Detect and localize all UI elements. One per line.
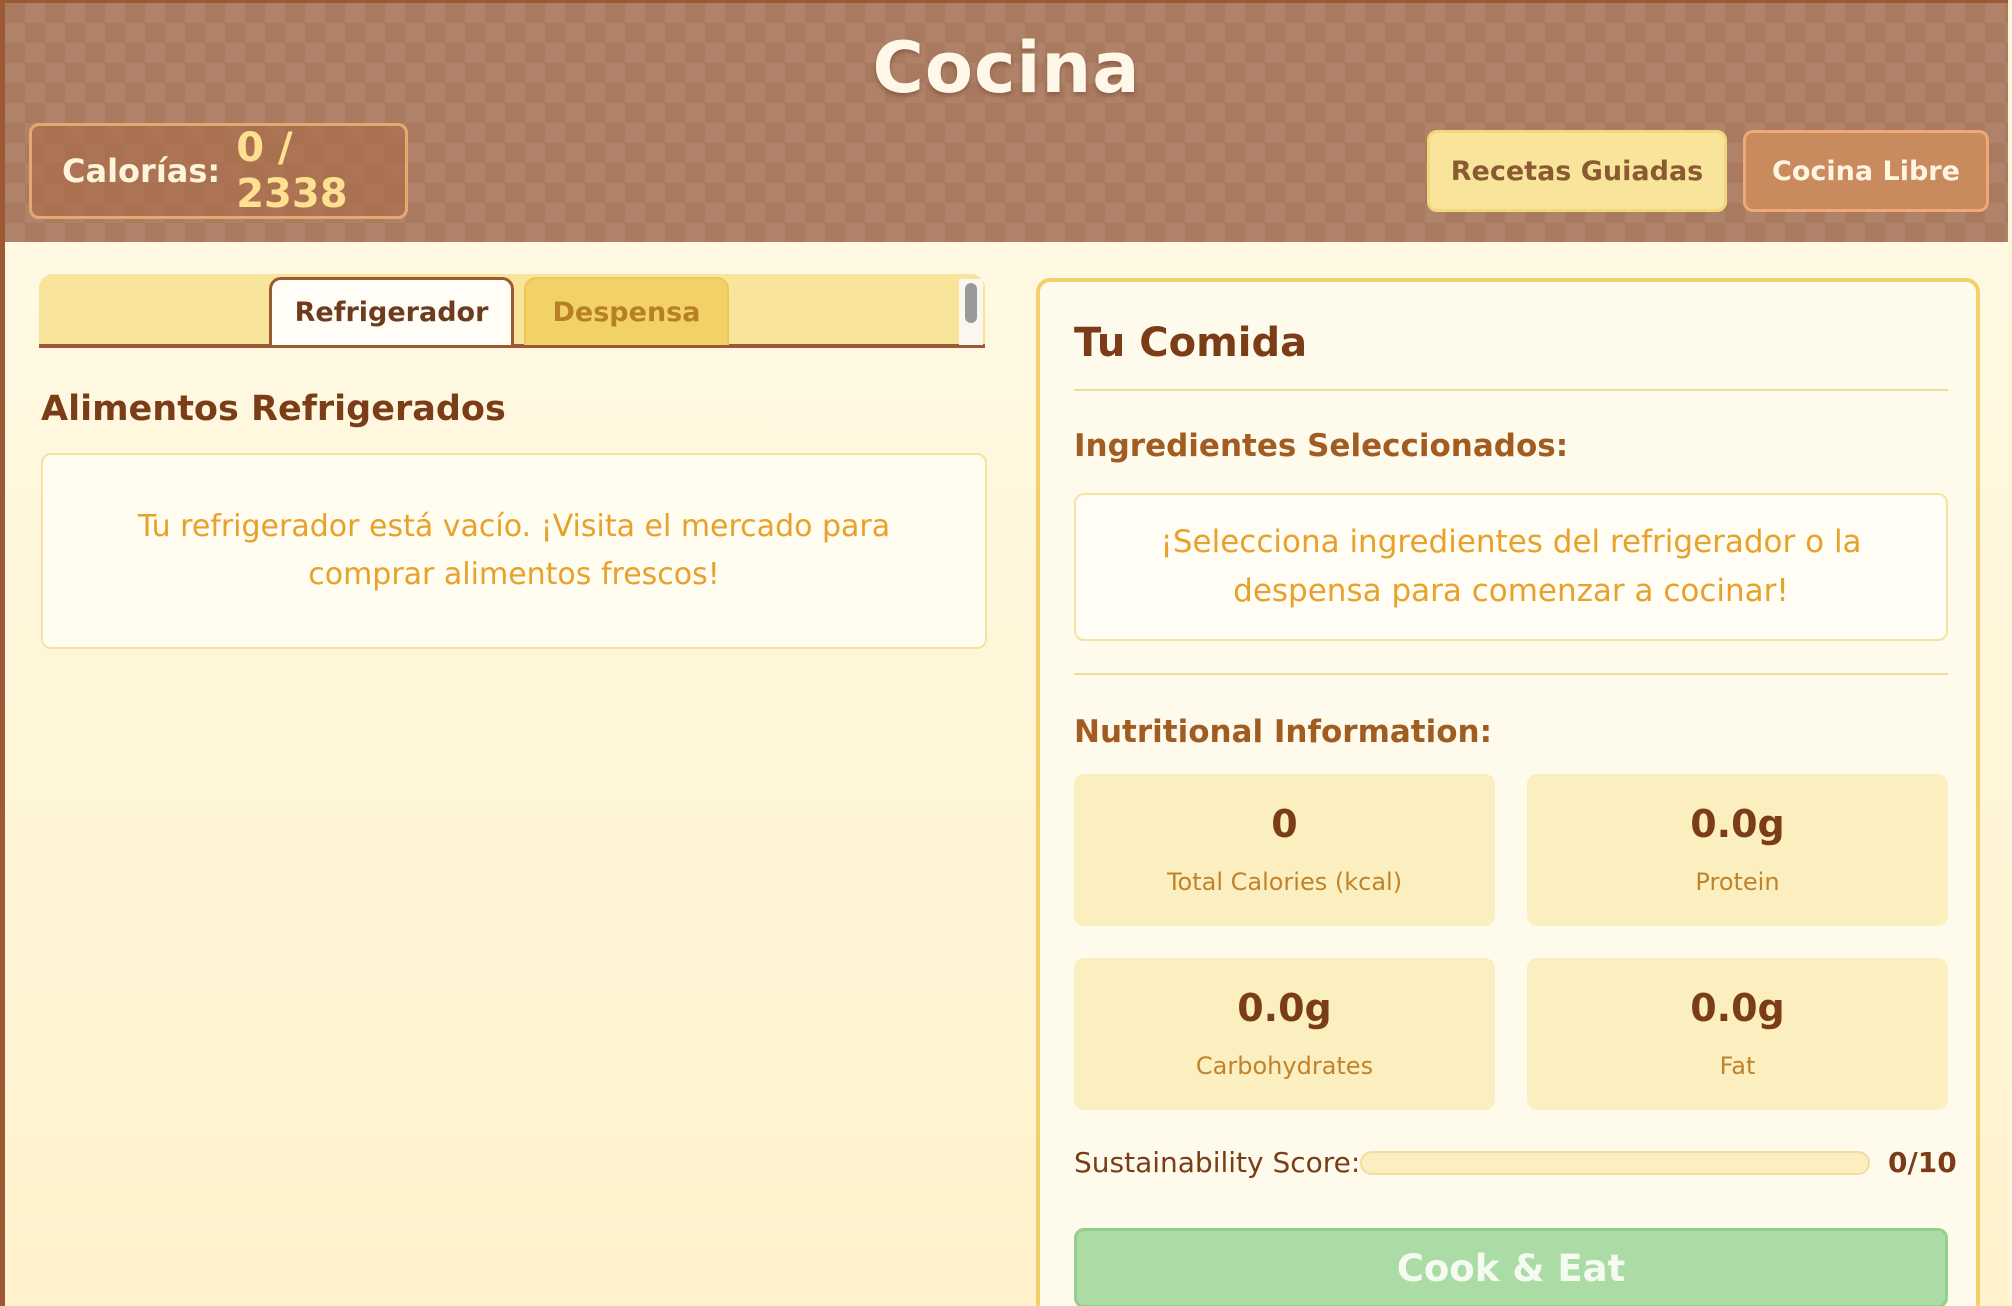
storage-tabs: Refrigerador Despensa: [39, 274, 985, 348]
stat-fat: 0.0g Fat: [1527, 958, 1948, 1110]
stat-carbohydrates: 0.0g Carbohydrates: [1074, 958, 1495, 1110]
kitchen-screen: Cocina Calorías: 0 / 2338 Recetas Guiada…: [0, 0, 2008, 1306]
stat-value: 0.0g: [1690, 986, 1785, 1030]
header: Cocina Calorías: 0 / 2338 Recetas Guiada…: [5, 3, 2008, 242]
stat-label: Total Calories (kcal): [1166, 868, 1403, 896]
stat-calories: 0 Total Calories (kcal): [1074, 774, 1495, 926]
nutrition-title: Nutritional Information:: [1074, 714, 1493, 750]
stat-label: Fat: [1719, 1052, 1756, 1080]
stat-value: 0.0g: [1690, 802, 1785, 846]
guided-recipes-button[interactable]: Recetas Guiadas: [1427, 130, 1727, 212]
divider: [1074, 389, 1948, 391]
tabs-scrollbar[interactable]: [959, 279, 983, 345]
calorie-counter-value: 0 / 2338: [236, 125, 348, 217]
sustainability-value: 0/10: [1888, 1146, 1957, 1179]
stat-label: Carbohydrates: [1195, 1052, 1374, 1080]
stat-value: 0: [1271, 802, 1298, 846]
meal-title: Tu Comida: [1074, 320, 1308, 366]
refrigerated-foods-title: Alimentos Refrigerados: [41, 389, 506, 429]
stat-protein: 0.0g Protein: [1527, 774, 1948, 926]
free-cooking-button[interactable]: Cocina Libre: [1743, 130, 1989, 212]
tab-refrigerator[interactable]: Refrigerador: [269, 277, 514, 345]
selected-ingredients-title: Ingredientes Seleccionados:: [1074, 428, 1569, 464]
stat-value: 0.0g: [1237, 986, 1332, 1030]
sustainability-progress-bar: [1360, 1151, 1870, 1175]
calorie-counter-label: Calorías:: [62, 152, 221, 190]
calorie-counter: Calorías: 0 / 2338: [29, 123, 408, 219]
fridge-empty-message: Tu refrigerador está vacío. ¡Visita el m…: [41, 453, 987, 649]
tab-pantry[interactable]: Despensa: [524, 277, 729, 345]
scrollbar-thumb[interactable]: [965, 283, 977, 323]
selected-ingredients-empty: ¡Selecciona ingredientes del refrigerado…: [1074, 493, 1948, 641]
cook-and-eat-button[interactable]: Cook & Eat: [1074, 1228, 1948, 1306]
meal-panel: Tu Comida Ingredientes Seleccionados: ¡S…: [1036, 278, 1980, 1306]
stat-label: Protein: [1695, 868, 1780, 896]
sustainability-label: Sustainability Score:: [1074, 1146, 1361, 1179]
divider: [1074, 673, 1948, 675]
page-title: Cocina: [872, 27, 1141, 109]
